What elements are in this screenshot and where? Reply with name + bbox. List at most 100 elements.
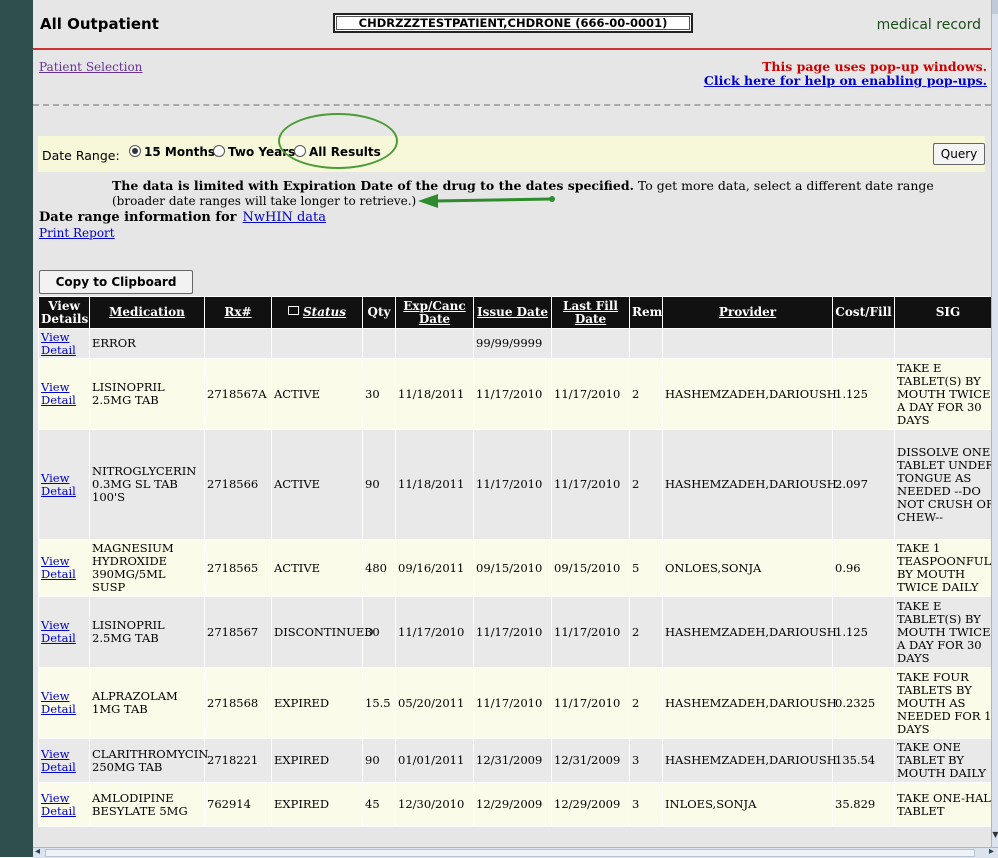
header-divider <box>33 48 991 50</box>
patient-name-box: CHDRZZZTESTPATIENT,CHDRONE (666-00-0001) <box>333 13 693 33</box>
sig-cell <box>894 328 991 359</box>
vertical-scrollbar[interactable]: ▼ <box>991 0 998 847</box>
col-medication[interactable]: Medication <box>89 296 205 329</box>
cost-cell <box>832 328 895 359</box>
date-range-bar: Date Range: 15 Months Two Years All Resu… <box>38 136 985 172</box>
issue-cell: 11/17/2010 <box>473 667 552 739</box>
scroll-right-arrow-icon[interactable]: ▸ <box>989 846 994 857</box>
date-limit-note-line2: (broader date ranges will take longer to… <box>112 194 417 208</box>
scroll-down-arrow-icon[interactable]: ▼ <box>992 828 998 842</box>
col-cost-fill: Cost/Fill <box>832 296 895 329</box>
rem-cell: 2 <box>629 667 663 739</box>
issue-cell: 12/29/2009 <box>473 782 552 827</box>
col-issue-date[interactable]: Issue Date <box>473 296 552 329</box>
status-cell: ACTIVE <box>271 358 363 430</box>
rem-cell: 2 <box>629 429 663 540</box>
radio-15-months[interactable]: 15 Months <box>129 145 215 159</box>
last-fill-cell: 11/17/2010 <box>551 596 630 668</box>
print-report-link[interactable]: Print Report <box>39 226 115 240</box>
exp-cell: 11/17/2010 <box>395 596 474 668</box>
exp-cell: 05/20/2011 <box>395 667 474 739</box>
col-rx[interactable]: Rx# <box>204 296 272 329</box>
qty-cell: 30 <box>362 596 396 668</box>
table-header-row: View Details Medication Rx# Status Qty E… <box>38 296 991 329</box>
status-cell: EXPIRED <box>271 738 363 783</box>
date-range-label: Date Range: <box>42 148 120 163</box>
copy-to-clipboard-button[interactable]: Copy to Clipboard <box>39 270 193 294</box>
rx-cell: 2718567 <box>204 596 272 668</box>
col-exp-canc-date[interactable]: Exp/Canc Date <box>395 296 474 329</box>
col-view-details: View Details <box>38 296 90 329</box>
view-detail-link[interactable]: View Detail <box>41 791 76 818</box>
issue-cell: 09/15/2010 <box>473 539 552 597</box>
view-detail-cell: View Detail <box>38 596 90 668</box>
view-detail-link[interactable]: View Detail <box>41 554 76 581</box>
query-button[interactable]: Query <box>933 143 985 165</box>
qty-cell: 90 <box>362 738 396 783</box>
medication-cell: LISINOPRIL 2.5MG TAB <box>89 358 205 430</box>
view-detail-link[interactable]: View Detail <box>41 380 76 407</box>
view-detail-link[interactable]: View Detail <box>41 618 76 645</box>
last-fill-cell: 09/15/2010 <box>551 539 630 597</box>
horizontal-scroll-thumb[interactable] <box>45 849 975 857</box>
medication-cell: LISINOPRIL 2.5MG TAB <box>89 596 205 668</box>
col-medication-label: Medication <box>109 305 185 319</box>
rx-cell <box>204 328 272 359</box>
last-fill-cell: 12/31/2009 <box>551 738 630 783</box>
radio-15-months-label: 15 Months <box>144 145 216 159</box>
sig-cell: TAKE ONE-HALF TABLET <box>894 782 991 827</box>
col-status-label: Status <box>302 305 346 319</box>
nwhin-data-link[interactable]: NwHIN data <box>243 210 327 225</box>
view-detail-link[interactable]: View Detail <box>41 330 76 357</box>
radio-empty-icon <box>213 145 225 157</box>
view-detail-cell: View Detail <box>38 738 90 783</box>
patient-selection-link[interactable]: Patient Selection <box>39 60 142 74</box>
view-detail-link[interactable]: View Detail <box>41 471 76 498</box>
view-detail-link[interactable]: View Detail <box>41 689 76 716</box>
popup-warning: This page uses pop-up windows. <box>762 59 987 74</box>
view-detail-cell: View Detail <box>38 328 90 359</box>
rx-cell: 762914 <box>204 782 272 827</box>
qty-cell <box>362 328 396 359</box>
provider-cell: INLOES,SONJA <box>662 782 833 827</box>
col-issue-label: Issue Date <box>476 305 549 319</box>
exp-cell: 01/01/2011 <box>395 738 474 783</box>
table-row: View Detail CLARITHROMYCIN 250MG TAB 271… <box>38 738 991 783</box>
view-detail-link[interactable]: View Detail <box>41 747 76 774</box>
rem-cell: 5 <box>629 539 663 597</box>
view-detail-cell: View Detail <box>38 358 90 430</box>
table-row: View Detail LISINOPRIL 2.5MG TAB 2718567… <box>38 358 991 430</box>
col-last-fill-date[interactable]: Last Fill Date <box>551 296 630 329</box>
main-content: All Outpatient CHDRZZZTESTPATIENT,CHDRON… <box>33 0 991 847</box>
cost-cell: 135.54 <box>832 738 895 783</box>
medication-cell: MAGNESIUM HYDROXIDE 390MG/5ML SUSP <box>89 539 205 597</box>
section-divider <box>33 104 991 106</box>
last-fill-cell: 12/29/2009 <box>551 782 630 827</box>
medication-cell: ERROR <box>89 328 205 359</box>
cost-cell: 1.125 <box>832 358 895 430</box>
cost-cell: 2.097 <box>832 429 895 540</box>
horizontal-scrollbar[interactable]: ◂ ▸ <box>33 846 998 858</box>
table-row: View Detail MAGNESIUM HYDROXIDE 390MG/5M… <box>38 539 991 597</box>
issue-cell: 99/99/9999 <box>473 328 552 359</box>
exp-cell <box>395 328 474 359</box>
table-row: View Detail AMLODIPINE BESYLATE 5MG 7629… <box>38 782 991 827</box>
rem-cell <box>629 328 663 359</box>
sig-cell: TAKE FOUR TABLETS BY MOUTH AS NEEDED FOR… <box>894 667 991 739</box>
page-title: All Outpatient <box>40 15 159 33</box>
issue-cell: 11/17/2010 <box>473 596 552 668</box>
popup-help-link[interactable]: Click here for help on enabling pop-ups. <box>704 73 987 88</box>
col-provider[interactable]: Provider <box>662 296 833 329</box>
col-status[interactable]: Status <box>271 296 363 329</box>
rx-cell: 2718221 <box>204 738 272 783</box>
arrow-annotation-icon <box>418 194 555 208</box>
provider-cell: HASHEMZADEH,DARIOUSH <box>662 738 837 783</box>
issue-cell: 11/17/2010 <box>473 358 552 430</box>
scroll-thumb[interactable] <box>992 0 998 14</box>
cost-cell: 1.125 <box>832 596 895 668</box>
scroll-left-arrow-icon[interactable]: ◂ <box>35 846 40 857</box>
qty-cell: 30 <box>362 358 396 430</box>
table-row: View Detail ERROR 99/99/9999 <box>38 328 991 359</box>
exp-cell: 09/16/2011 <box>395 539 474 597</box>
sig-cell: TAKE E TABLET(S) BY MOUTH TWICE A DAY FO… <box>894 596 991 668</box>
